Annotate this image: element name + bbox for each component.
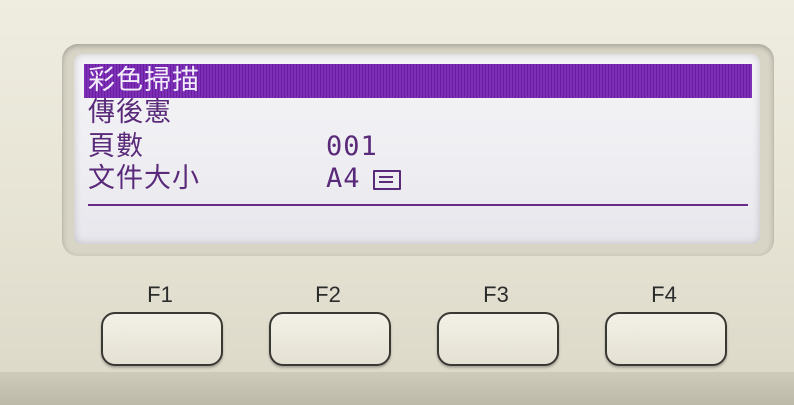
f1-label: F1 (147, 282, 173, 307)
menu-item-label: 傳後憲 (88, 97, 172, 128)
f3-label: F3 (483, 282, 509, 307)
f2-button[interactable] (269, 312, 391, 366)
document-size-value-wrap: A4 (326, 162, 401, 196)
f4-button[interactable] (605, 312, 727, 366)
f1-button[interactable] (101, 312, 223, 366)
menu-item-page-count[interactable]: 頁數 001 (88, 130, 754, 164)
menu-item-document-size[interactable]: 文件大小 A4 (88, 162, 754, 196)
paper-tray-icon (372, 169, 401, 190)
menu-item-color-scan[interactable]: 彩色掃描 (84, 64, 752, 98)
menu-item-1[interactable]: 傳後憲 (88, 96, 754, 130)
page-count-value: 001 (326, 131, 378, 162)
f2-label: F2 (315, 282, 341, 307)
menu-divider (88, 204, 748, 206)
menu-item-label: 頁數 (88, 131, 144, 162)
f4-label: F4 (651, 282, 677, 307)
f3-button[interactable] (437, 312, 559, 366)
menu-item-label: 文件大小 (88, 163, 200, 194)
panel-bottom-edge (0, 372, 794, 405)
document-size-value: A4 (326, 163, 361, 194)
lcd-screen: 彩色掃描 傳後憲 頁數 001 文件大小 A4 (74, 54, 760, 244)
menu-title: 彩色掃描 (88, 65, 200, 96)
